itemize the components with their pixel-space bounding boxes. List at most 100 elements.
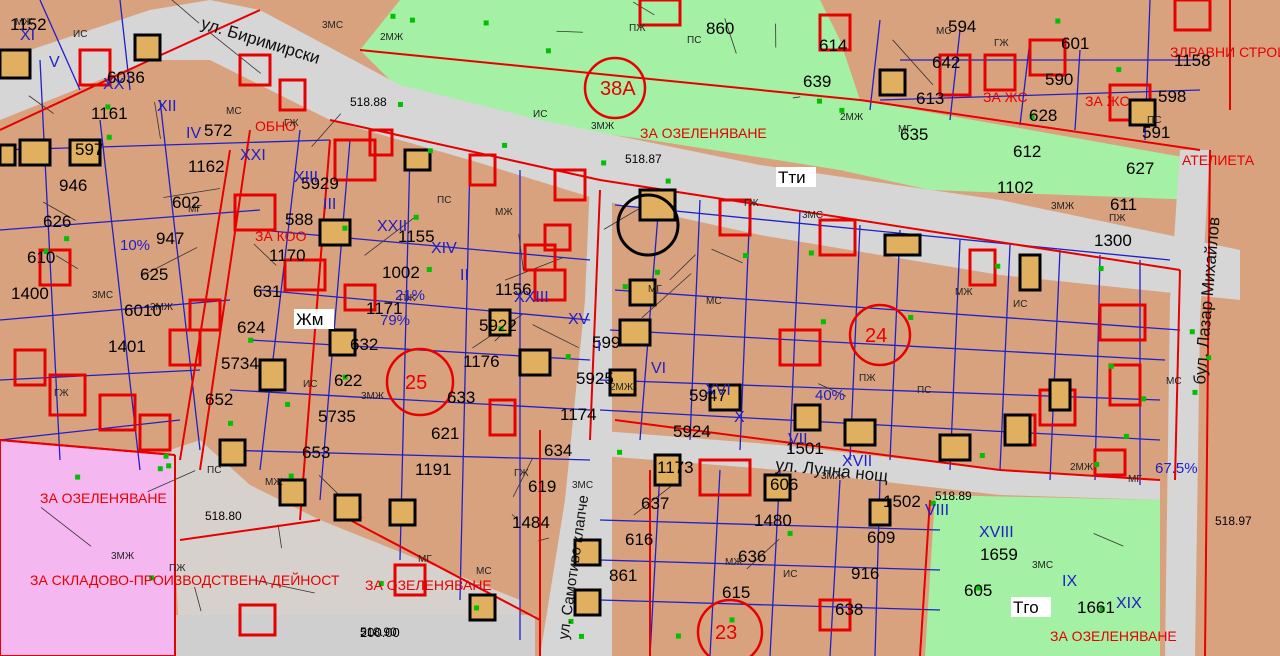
lot-number: 947 — [156, 229, 184, 248]
lot-number: 572 — [204, 121, 232, 140]
lot-number: 634 — [544, 441, 572, 460]
green-area-label: ЗА ОЗЕЛЕНЯВАНЕ — [40, 490, 167, 506]
cadastral-map[interactable]: 38А 25 24 23 ул. Биримирски ул. Лунна нощ ул.… — [0, 0, 1280, 656]
building-type: ПС — [437, 195, 451, 206]
lot-number: 5735 — [318, 407, 356, 426]
lot-number: 5924 — [673, 422, 711, 441]
building-type: МЖ — [495, 207, 513, 218]
roman-numeral: II — [460, 267, 469, 284]
roman-numeral: XII — [157, 98, 177, 115]
elevation: 518.89 — [935, 489, 972, 503]
lot-number: 627 — [1126, 159, 1154, 178]
lot-number: 590 — [1045, 70, 1073, 89]
building-type: ГЖ — [284, 118, 299, 129]
building-type: 3МС — [322, 20, 343, 31]
lot-number: 653 — [302, 443, 330, 462]
percent-label: 10% — [120, 237, 150, 254]
lot-number: 598 — [1158, 87, 1186, 106]
zone-label: Жм — [296, 310, 323, 329]
building-type: 3МЖ — [111, 551, 135, 562]
lot-number: 601 — [1061, 34, 1089, 53]
building-type: 3МС — [572, 480, 593, 491]
roman-numeral: XV — [568, 311, 590, 328]
lot-number: 1659 — [980, 545, 1018, 564]
lot-number: 614 — [819, 36, 847, 55]
lot-number: 1176 — [463, 352, 500, 371]
roman-numeral: XI — [20, 27, 35, 44]
lot-number: 628 — [1029, 106, 1057, 125]
building-type: ПЖ — [859, 373, 876, 384]
green-area-label: ЗА ОЗЕЛЕНЯВАНЕ — [640, 125, 767, 141]
lot-number: 624 — [237, 318, 265, 337]
roman-numeral: VIII — [925, 502, 949, 519]
lot-number: 1161 — [91, 104, 128, 123]
lot-number: 637 — [641, 494, 669, 513]
lot-number: 619 — [528, 477, 556, 496]
lot-number: 1401 — [108, 337, 146, 356]
building-type: ИС — [1013, 299, 1027, 310]
map-canvas[interactable]: 38А252423 ул. Биримирскиул. Лунна нощул.… — [0, 0, 1280, 656]
lot-number: 626 — [43, 212, 71, 231]
quarter-number: 23 — [715, 622, 737, 644]
elevation: 518.97 — [1215, 514, 1252, 528]
roman-numeral: V — [49, 54, 60, 71]
lot-number: 1102 — [997, 178, 1034, 197]
building-type: МГ — [648, 284, 662, 295]
lot-number: 588 — [285, 210, 313, 229]
building-type: ПС — [917, 385, 931, 396]
lot-number: 1502 — [883, 492, 921, 511]
lot-number: 861 — [609, 566, 637, 585]
lot-number: 860 — [706, 19, 734, 38]
lot-number: 616 — [625, 530, 653, 549]
roman-numeral: XXIII — [514, 289, 549, 306]
building-type: 3МЖ — [591, 121, 615, 132]
percent-label: 21% — [395, 287, 425, 304]
quarter-number: 38А — [600, 78, 636, 100]
roman-numeral: XIX — [1116, 595, 1142, 612]
lot-number: 1661 — [1077, 598, 1115, 617]
building-type: 3МЖ — [1051, 201, 1075, 212]
lot-number: 1400 — [11, 284, 49, 303]
building-type: ПС — [207, 465, 221, 476]
lot-number: 5922 — [479, 316, 517, 335]
red-note: АТЕЛИЕТА — [1182, 152, 1255, 168]
roman-numeral: XVII — [842, 453, 872, 470]
building-type: МГ — [1128, 474, 1142, 485]
building-type: МС — [936, 26, 952, 37]
red-note: ЗА ЖС — [1085, 93, 1130, 109]
building-type: МС — [1166, 376, 1182, 387]
roman-numeral: XXI — [240, 147, 266, 164]
building-type: ГЖ — [744, 198, 759, 209]
building-type: ПЖ — [1109, 213, 1126, 224]
building-type: ГЖ — [54, 388, 69, 399]
elevation: 518.80 — [205, 509, 242, 523]
lot-number: 606 — [770, 475, 798, 494]
red-note: ЗА КОО — [255, 228, 307, 244]
quarter-number: 25 — [405, 372, 427, 394]
lot-number: 5734 — [221, 354, 259, 373]
roman-numeral: XVIII — [979, 524, 1014, 541]
lot-number: 622 — [334, 371, 362, 390]
lot-number: 1174 — [560, 405, 597, 424]
roman-numeral: III — [323, 196, 336, 213]
green-area-label: ЗА ОЗЕЛЕНЯВАНЕ — [365, 577, 492, 593]
roman-numeral: VII — [788, 431, 808, 448]
building-type: 2МЖ — [380, 32, 404, 43]
building-type: МГ — [418, 554, 432, 565]
building-type: 3МЖ — [361, 391, 385, 402]
zone-label: Тго — [1013, 598, 1039, 617]
lot-number: 615 — [722, 583, 750, 602]
lot-number: 610 — [27, 248, 55, 267]
lot-number: 639 — [803, 72, 831, 91]
building-type: ПЖ — [169, 563, 186, 574]
lot-number: 916 — [851, 564, 879, 583]
building-type: 3МС — [92, 290, 113, 301]
roman-numeral: IX — [1062, 573, 1077, 590]
zone-label: Тти — [778, 168, 806, 187]
building-type: 3МЖ — [821, 471, 845, 482]
building-type: ИС — [73, 29, 87, 40]
green-area-label: ЗА ОЗЕЛЕНЯВАНЕ — [1050, 628, 1177, 644]
percent-label: 79% — [380, 312, 410, 329]
lot-number: 642 — [932, 53, 960, 72]
lot-number: 1480 — [754, 511, 792, 530]
